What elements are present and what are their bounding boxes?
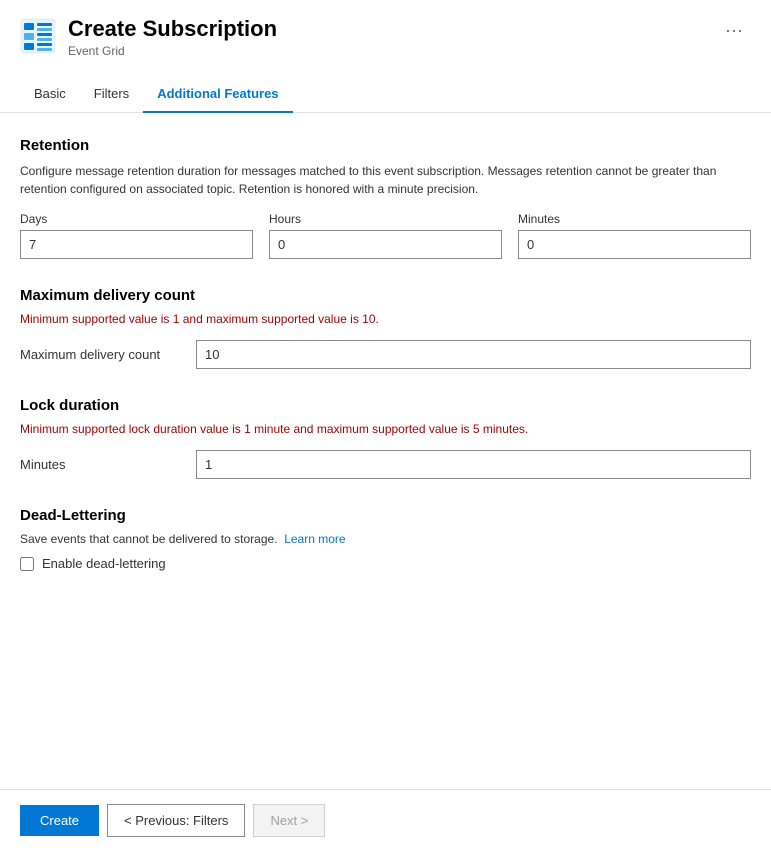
tab-additional-features[interactable]: Additional Features	[143, 76, 292, 113]
lock-duration-section: Lock duration Minimum supported lock dur…	[20, 397, 751, 479]
lock-duration-warning: Minimum supported lock duration value is…	[20, 422, 751, 436]
lock-duration-title: Lock duration	[20, 397, 751, 414]
enable-dead-lettering-checkbox[interactable]	[20, 557, 34, 571]
days-field-group: Days	[20, 212, 253, 259]
days-input[interactable]	[20, 230, 253, 259]
dead-lettering-title: Dead-Lettering	[20, 507, 751, 524]
enable-dead-lettering-row: Enable dead-lettering	[20, 556, 751, 571]
delivery-count-label: Maximum delivery count	[20, 347, 180, 362]
hours-field-group: Hours	[269, 212, 502, 259]
tab-filters[interactable]: Filters	[80, 76, 143, 113]
header-text-block: Create Subscription Event Grid	[68, 16, 277, 58]
hours-input[interactable]	[269, 230, 502, 259]
delivery-count-input[interactable]	[196, 340, 751, 369]
lock-duration-row: Minutes	[20, 450, 751, 479]
event-grid-icon	[20, 18, 56, 54]
delivery-count-title: Maximum delivery count	[20, 287, 751, 304]
hours-label: Hours	[269, 212, 502, 226]
more-options-icon[interactable]: ···	[717, 16, 751, 45]
page-title: Create Subscription	[68, 16, 277, 42]
lock-minutes-input[interactable]	[196, 450, 751, 479]
lock-minutes-label: Minutes	[20, 457, 180, 472]
delivery-count-section: Maximum delivery count Minimum supported…	[20, 287, 751, 369]
next-button: Next >	[253, 804, 325, 837]
learn-more-link[interactable]: Learn more	[284, 532, 345, 546]
retention-minutes-input[interactable]	[518, 230, 751, 259]
previous-button[interactable]: < Previous: Filters	[107, 804, 245, 837]
retention-fields: Days Hours Minutes	[20, 212, 751, 259]
dead-lettering-section: Dead-Lettering Save events that cannot b…	[20, 507, 751, 571]
minutes-field-group: Minutes	[518, 212, 751, 259]
delivery-count-warning: Minimum supported value is 1 and maximum…	[20, 312, 751, 326]
delivery-count-row: Maximum delivery count	[20, 340, 751, 369]
retention-title: Retention	[20, 137, 751, 154]
page-header: Create Subscription Event Grid ···	[0, 0, 771, 68]
create-button[interactable]: Create	[20, 805, 99, 836]
retention-description: Configure message retention duration for…	[20, 162, 720, 198]
retention-section: Retention Configure message retention du…	[20, 137, 751, 259]
tab-bar: Basic Filters Additional Features	[0, 76, 771, 113]
footer: Create < Previous: Filters Next >	[0, 789, 771, 851]
page-subtitle: Event Grid	[68, 44, 277, 58]
tab-basic[interactable]: Basic	[20, 76, 80, 113]
days-label: Days	[20, 212, 253, 226]
dead-lettering-desc-row: Save events that cannot be delivered to …	[20, 532, 751, 546]
dead-lettering-description: Save events that cannot be delivered to …	[20, 532, 278, 546]
main-content: Retention Configure message retention du…	[0, 113, 771, 789]
dead-lettering-checkbox-label[interactable]: Enable dead-lettering	[42, 556, 166, 571]
retention-minutes-label: Minutes	[518, 212, 751, 226]
